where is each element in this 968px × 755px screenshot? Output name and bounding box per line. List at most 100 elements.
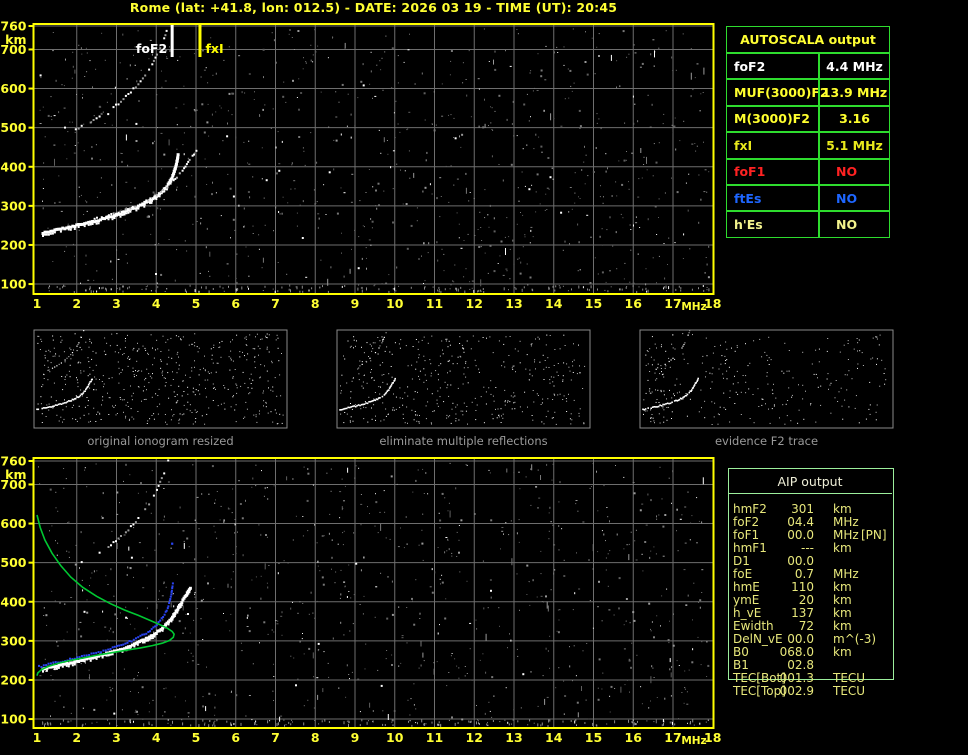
noise-dot [484,123,486,128]
noise-dot [276,61,277,64]
noise-dot [460,519,463,522]
noise-dot [157,207,159,210]
noise-dot [133,678,135,679]
aip-table-rows: hmF2 301 km foF2 04.4 MHz foF1 00.0 MHz [PN] hmF1-… [728,503,892,698]
noise-dot [406,607,408,608]
noise-dot [49,530,50,532]
noise-dot [261,147,263,149]
noise-dot [319,286,321,289]
noise-dot [254,91,255,93]
noise-dot [650,700,651,702]
noise-dot [366,721,368,725]
noise-dot [487,272,489,274]
noise-dot [78,628,80,631]
noise-dot [546,463,548,466]
noise-dot [529,276,532,279]
noise-dot [625,286,627,289]
noise-dot [392,724,394,726]
noise-dot [642,570,644,572]
noise-dot [506,217,508,219]
noise-dot [277,722,279,726]
noise-dot [330,468,332,470]
noise-dot [477,290,479,293]
noise-dot [121,160,123,163]
noise-dot [413,172,415,178]
noise-dot [78,229,80,231]
noise-dot [393,112,395,114]
noise-dot [683,233,685,236]
noise-dot [558,549,560,551]
noise-dot [485,633,487,641]
noise-dot [341,478,343,480]
noise-dot [690,721,691,724]
noise-dot [454,722,456,726]
noise-dot [533,722,535,724]
parameter-label: foF2 [734,58,766,74]
noise-dot [481,240,483,241]
noise-dot [655,553,657,555]
noise-dot [464,675,466,677]
noise-dot [42,200,43,202]
noise-dot [599,196,601,198]
noise-dot [635,723,637,726]
noise-dot [562,720,564,723]
noise-dot [585,154,587,156]
noise-dot [302,603,304,604]
noise-dot [598,33,600,35]
noise-dot [317,560,319,563]
noise-dot [292,601,293,603]
noise-dot [572,609,574,611]
noise-dot [433,668,435,675]
noise-dot [206,666,207,668]
x-tick-label: 1 [33,730,42,745]
noise-dot [658,198,660,200]
noise-dot [588,559,590,561]
noise-dot [238,480,240,482]
noise-dot [321,720,323,723]
noise-dot [116,249,118,251]
noise-dot [628,659,631,662]
noise-dot [433,662,435,664]
noise-dot [297,612,299,614]
parameter-value: 002.9 [779,684,814,698]
noise-dot [416,207,418,209]
noise-dot [232,488,234,490]
noise-dot [676,191,679,194]
noise-dot [350,136,352,139]
noise-dot [380,152,382,154]
noise-dot [415,722,417,724]
noise-dot [604,289,606,291]
noise-dot [578,196,579,198]
noise-dot [695,150,697,152]
noise-dot [357,678,360,681]
marker-line-fof2 [170,25,174,57]
noise-dot [247,614,249,617]
noise-dot [228,46,230,48]
noise-dot [424,280,426,282]
noise-dot [645,524,648,526]
noise-dot [443,253,445,255]
noise-dot [359,200,361,202]
noise-dot [273,676,275,677]
noise-dot [334,582,336,584]
noise-dot [605,281,607,283]
noise-dot [536,596,538,598]
noise-dot [292,478,294,480]
noise-dot [335,116,338,118]
noise-dot [91,722,93,724]
noise-dot [361,257,363,260]
noise-dot [702,477,704,485]
noise-dot [432,123,433,125]
noise-dot [63,706,65,708]
noise-dot [653,546,655,548]
noise-dot [415,708,417,710]
noise-dot [331,556,333,559]
noise-dot [96,721,98,723]
noise-dot [252,176,254,178]
noise-dot [360,569,362,572]
noise-dot [75,544,77,546]
noise-dot [182,632,184,634]
noise-dot [483,28,485,30]
noise-dot [549,506,551,509]
noise-dot [476,721,477,725]
